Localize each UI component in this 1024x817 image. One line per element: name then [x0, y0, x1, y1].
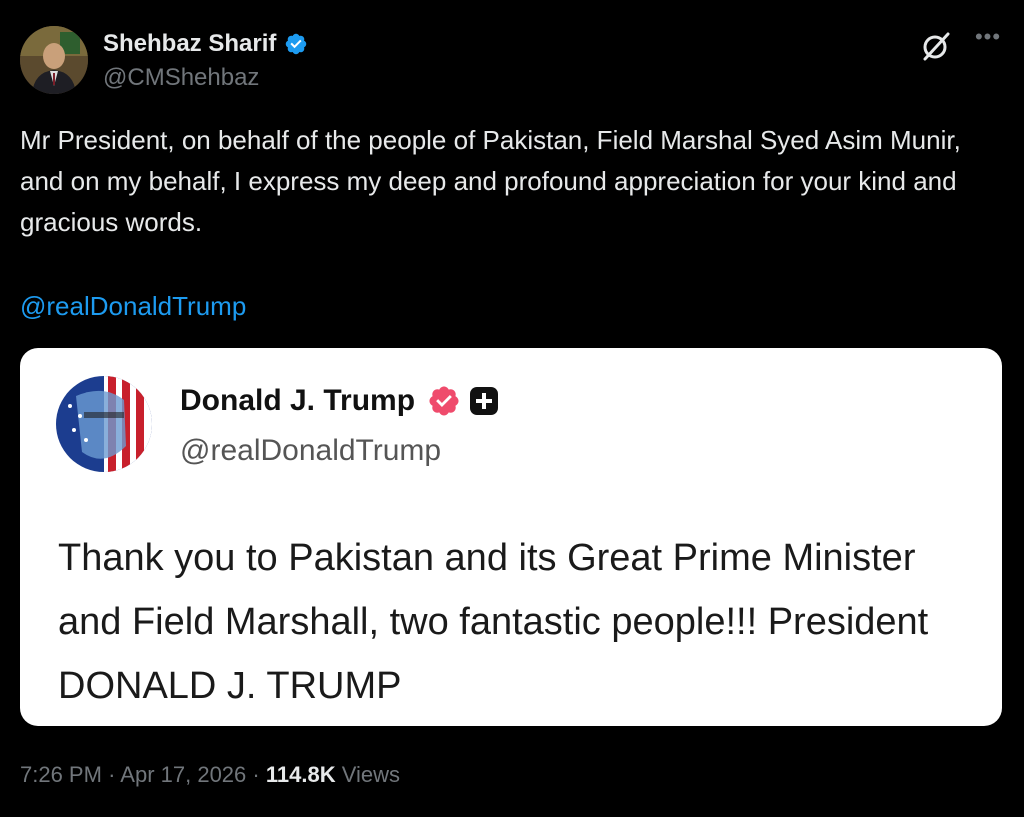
tweet-meta: 7:26 PM · Apr 17, 2026 · 114.8K Views — [20, 762, 400, 788]
quoted-display-name-row[interactable]: Donald J. Trump — [180, 384, 499, 418]
tweet-time[interactable]: 7:26 PM — [20, 762, 102, 787]
views-count: 114.8K — [265, 762, 336, 787]
author-avatar-image — [20, 26, 88, 94]
grok-icon[interactable] — [918, 28, 954, 64]
author-handle[interactable]: @CMShehbaz — [103, 64, 259, 92]
verified-badge-icon — [286, 33, 307, 55]
separator: · — [252, 762, 260, 787]
separator: · — [108, 762, 116, 787]
more-icon[interactable]: ••• — [966, 24, 1010, 60]
tweet-date[interactable]: Apr 17, 2026 — [120, 762, 246, 787]
quoted-post-card[interactable]: Donald J. Trump @realDonaldTrump Thank y… — [20, 348, 1002, 726]
author-display-name-row[interactable]: Shehbaz Sharif — [103, 30, 308, 58]
tweet-mention-link[interactable]: @realDonaldTrump — [20, 286, 246, 327]
quoted-display-name[interactable]: Donald J. Trump — [180, 384, 415, 418]
tweet-text: Mr President, on behalf of the people of… — [20, 120, 980, 243]
plus-badge-icon — [470, 387, 499, 415]
tweet-body: Mr President, on behalf of the people of… — [20, 125, 961, 237]
quoted-author-avatar-image — [56, 376, 152, 472]
quoted-author-avatar[interactable] — [56, 376, 152, 472]
author-avatar[interactable] — [20, 26, 88, 94]
quoted-text: Thank you to Pakistan and its Great Prim… — [58, 537, 929, 707]
verified-badge-icon — [429, 386, 459, 416]
views-label: Views — [341, 762, 401, 787]
author-display-name[interactable]: Shehbaz Sharif — [103, 30, 276, 58]
quoted-handle[interactable]: @realDonaldTrump — [180, 434, 441, 468]
